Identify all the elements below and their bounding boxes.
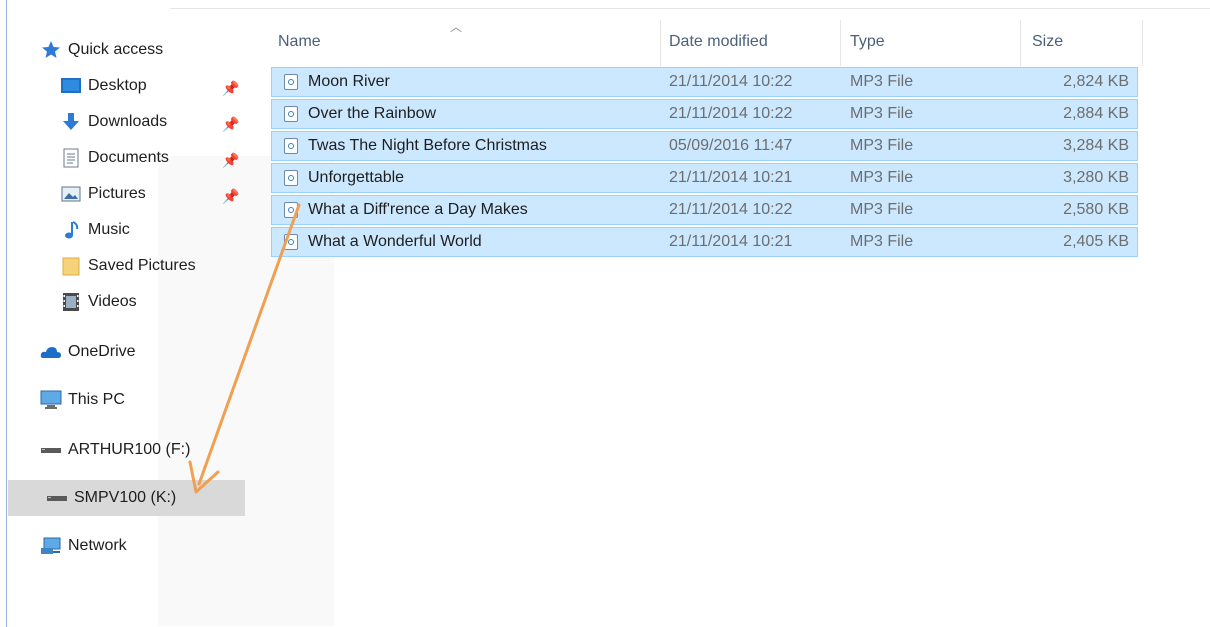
file-date-modified: 05/09/2016 11:47 [669,137,793,154]
column-header-name[interactable]: Name [278,22,321,62]
usb-drive-icon [46,487,68,509]
pin-icon[interactable]: 📌 [222,188,239,204]
nav-item-music[interactable]: Music [60,212,245,248]
column-divider[interactable] [840,20,841,66]
nav-item-saved-pictures[interactable]: Saved Pictures [60,248,245,284]
column-divider[interactable] [1142,20,1143,66]
desktop-icon [60,75,82,97]
pictures-icon [60,183,82,205]
file-name: What a Diff'rence a Day Makes [308,201,528,218]
file-name: What a Wonderful World [308,233,482,250]
documents-icon [60,147,82,169]
mp3-file-icon [284,106,298,122]
file-name: Moon River [308,73,390,90]
computer-icon [40,389,62,411]
mp3-file-icon [284,74,298,90]
file-size: 2,824 KB [1063,73,1129,90]
file-type: MP3 File [850,73,914,90]
nav-onedrive[interactable]: OneDrive [40,334,245,370]
file-row[interactable]: What a Diff'rence a Day Makes 21/11/2014… [271,195,1138,225]
mp3-file-icon [284,234,298,250]
column-header-date-modified[interactable]: Date modified [669,22,768,62]
usb-drive-icon [40,439,62,461]
file-row[interactable]: Unforgettable 21/11/2014 10:21 MP3 File … [271,163,1138,193]
music-icon [60,219,82,241]
navigation-pane: Quick access Desktop 📌 Downloads 📌 Docum… [0,0,334,627]
file-type: MP3 File [850,137,914,154]
nav-this-pc-label: This PC [68,391,125,408]
file-name: Unforgettable [308,169,405,186]
pin-icon[interactable]: 📌 [222,80,239,96]
folder-icon [60,255,82,277]
nav-onedrive-label: OneDrive [68,343,136,360]
column-header-size[interactable]: Size [1032,22,1063,62]
mp3-file-icon [284,138,298,154]
nav-quick-access[interactable]: Quick access [40,32,245,68]
file-date-modified: 21/11/2014 10:22 [669,105,793,122]
mp3-file-icon [284,170,298,186]
nav-item-label: Documents [88,149,169,166]
file-size: 2,884 KB [1063,105,1129,122]
file-size: 2,405 KB [1063,233,1129,250]
nav-item-label: Pictures [88,185,146,202]
nav-item-documents[interactable]: Documents [60,140,245,176]
downloads-icon [60,111,82,133]
nav-item-label: Saved Pictures [88,257,196,274]
file-type: MP3 File [850,169,914,186]
nav-item-downloads[interactable]: Downloads [60,104,245,140]
column-divider[interactable] [660,20,661,66]
nav-drive-k-label: SMPV100 (K:) [74,489,177,506]
mp3-file-icon [284,202,298,218]
onedrive-icon [40,341,62,363]
file-row[interactable]: Moon River 21/11/2014 10:22 MP3 File 2,8… [271,67,1138,97]
pin-icon[interactable]: 📌 [222,116,239,132]
file-name: Twas The Night Before Christmas [308,137,547,154]
file-row[interactable]: Twas The Night Before Christmas 05/09/20… [271,131,1138,161]
file-type: MP3 File [850,233,914,250]
nav-item-label: Music [88,221,130,238]
file-name: Over the Rainbow [308,105,437,122]
column-header-type[interactable]: Type [850,22,885,62]
sort-ascending-icon[interactable]: ︿ [450,18,462,35]
network-icon [40,535,62,557]
nav-drive-f[interactable]: ARTHUR100 (F:) [40,432,245,468]
nav-item-videos[interactable]: Videos [60,284,245,320]
star-icon [40,39,62,61]
nav-network[interactable]: Network [40,528,245,564]
header-top-divider [170,8,1210,9]
file-size: 2,580 KB [1063,201,1129,218]
nav-item-label: Downloads [88,113,168,130]
nav-this-pc[interactable]: This PC [40,382,245,418]
file-row[interactable]: What a Wonderful World 21/11/2014 10:21 … [271,227,1138,257]
videos-icon [60,291,82,313]
column-divider[interactable] [1020,20,1021,66]
file-size: 3,280 KB [1063,169,1129,186]
file-size: 3,284 KB [1063,137,1129,154]
file-date-modified: 21/11/2014 10:21 [669,169,793,186]
nav-drive-f-label: ARTHUR100 (F:) [68,441,191,458]
nav-quick-access-label: Quick access [68,41,164,58]
file-date-modified: 21/11/2014 10:22 [669,73,793,90]
file-type: MP3 File [850,201,914,218]
nav-item-pictures[interactable]: Pictures [60,176,245,212]
nav-drive-k[interactable]: SMPV100 (K:) [8,480,245,516]
nav-item-desktop[interactable]: Desktop [60,68,245,104]
nav-network-label: Network [68,537,127,554]
file-row[interactable]: Over the Rainbow 21/11/2014 10:22 MP3 Fi… [271,99,1138,129]
file-type: MP3 File [850,105,914,122]
file-date-modified: 21/11/2014 10:22 [669,201,793,218]
nav-item-label: Desktop [88,77,147,94]
nav-item-label: Videos [88,293,137,310]
pin-icon[interactable]: 📌 [222,152,239,168]
file-date-modified: 21/11/2014 10:21 [669,233,793,250]
